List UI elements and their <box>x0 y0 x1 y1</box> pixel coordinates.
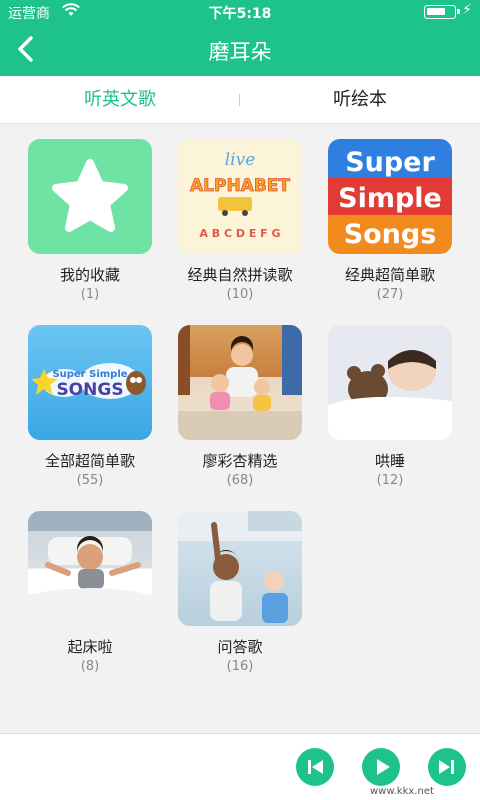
playlist-name: 哄睡 <box>374 452 405 470</box>
sss-logo-cover: Super Simple SONGS <box>28 325 152 440</box>
playlist-count: (27) <box>376 287 404 302</box>
bus-illustration <box>218 197 252 211</box>
previous-icon <box>308 760 323 774</box>
favorites-cover <box>28 139 152 254</box>
playlist-count: (1) <box>80 287 100 302</box>
status-time: 下午5:18 <box>208 6 272 22</box>
photo-cover-waking-boy <box>28 511 152 626</box>
super-simple-songs-cover: Super Simple Songs <box>328 139 452 254</box>
cover-songs-text: Songs <box>344 219 437 250</box>
previous-button[interactable] <box>296 748 334 786</box>
watermark: www.kkx.net <box>370 786 434 797</box>
photo-cover-sleeping-girl <box>328 325 452 440</box>
battery-icon <box>424 5 460 19</box>
playlist-name: 经典超简单歌 <box>344 266 435 284</box>
playlist-count: (16) <box>226 659 254 674</box>
cover-alphabet-text: ALPHABET <box>190 176 290 196</box>
playlist-name: 全部超简单歌 <box>44 452 135 470</box>
playlist-count: (55) <box>76 473 104 488</box>
cover-letters-text: A B C D E F G <box>199 227 280 240</box>
cover-live-text: live <box>225 150 256 170</box>
playlist-card[interactable]: 问答歌 (16) <box>176 496 304 674</box>
charging-icon: ⚡ <box>462 2 472 18</box>
playlist-card[interactable]: Super Simple Songs 经典超简单歌 (27) <box>326 124 454 302</box>
tab-english-songs[interactable]: 听英文歌 <box>0 76 240 124</box>
status-bar: 运营商 下午5:18 ⚡ <box>0 0 480 24</box>
next-button[interactable] <box>428 748 466 786</box>
playlist-count: (8) <box>80 659 100 674</box>
cover-simple-text: Simple <box>338 183 442 214</box>
live-alphabet-cover: live ALPHABET A B C D E F G <box>178 139 302 254</box>
app-header: 运营商 下午5:18 ⚡ 磨耳朵 <box>0 0 480 76</box>
playlist-count: (12) <box>376 473 404 488</box>
photo-cover-kids-raising-hands <box>178 511 302 626</box>
page-title: 磨耳朵 <box>208 40 272 64</box>
play-button[interactable] <box>362 748 400 786</box>
photo-cover-teacher-kids <box>178 325 302 440</box>
playlist-card[interactable]: 哄睡 (12) <box>326 310 454 488</box>
playlist-card[interactable]: live ALPHABET A B C D E F G 经典自然拼读歌 (10) <box>176 124 304 302</box>
next-icon <box>439 760 454 774</box>
tab-picture-books[interactable]: 听绘本 <box>240 76 480 124</box>
play-icon <box>377 759 390 775</box>
playlist-count: (68) <box>226 473 254 488</box>
playlist-name: 起床啦 <box>67 638 113 656</box>
star-icon <box>52 159 128 232</box>
playlist-name: 问答歌 <box>217 638 263 656</box>
playlist-name: 经典自然拼读歌 <box>187 266 293 284</box>
cover-sss-text: Super Simple <box>52 369 127 380</box>
playlist-card[interactable]: Super Simple SONGS 全部超简单歌 (55) <box>26 310 154 488</box>
playlist-card[interactable]: 我的收藏 (1) <box>26 124 154 302</box>
playlist-card[interactable]: 起床啦 (8) <box>26 496 154 674</box>
cover-super-text: Super <box>345 147 435 178</box>
cover-sss-songs-text: SONGS <box>56 380 123 400</box>
playlist-card[interactable]: 廖彩杏精选 (68) <box>176 310 304 488</box>
owl-mascot-icon <box>126 371 146 395</box>
tab-bar: 听英文歌 听绘本 <box>0 76 480 124</box>
playlist-name: 我的收藏 <box>59 266 120 284</box>
playlist-count: (10) <box>226 287 254 302</box>
playlist-name: 廖彩杏精选 <box>202 452 278 470</box>
